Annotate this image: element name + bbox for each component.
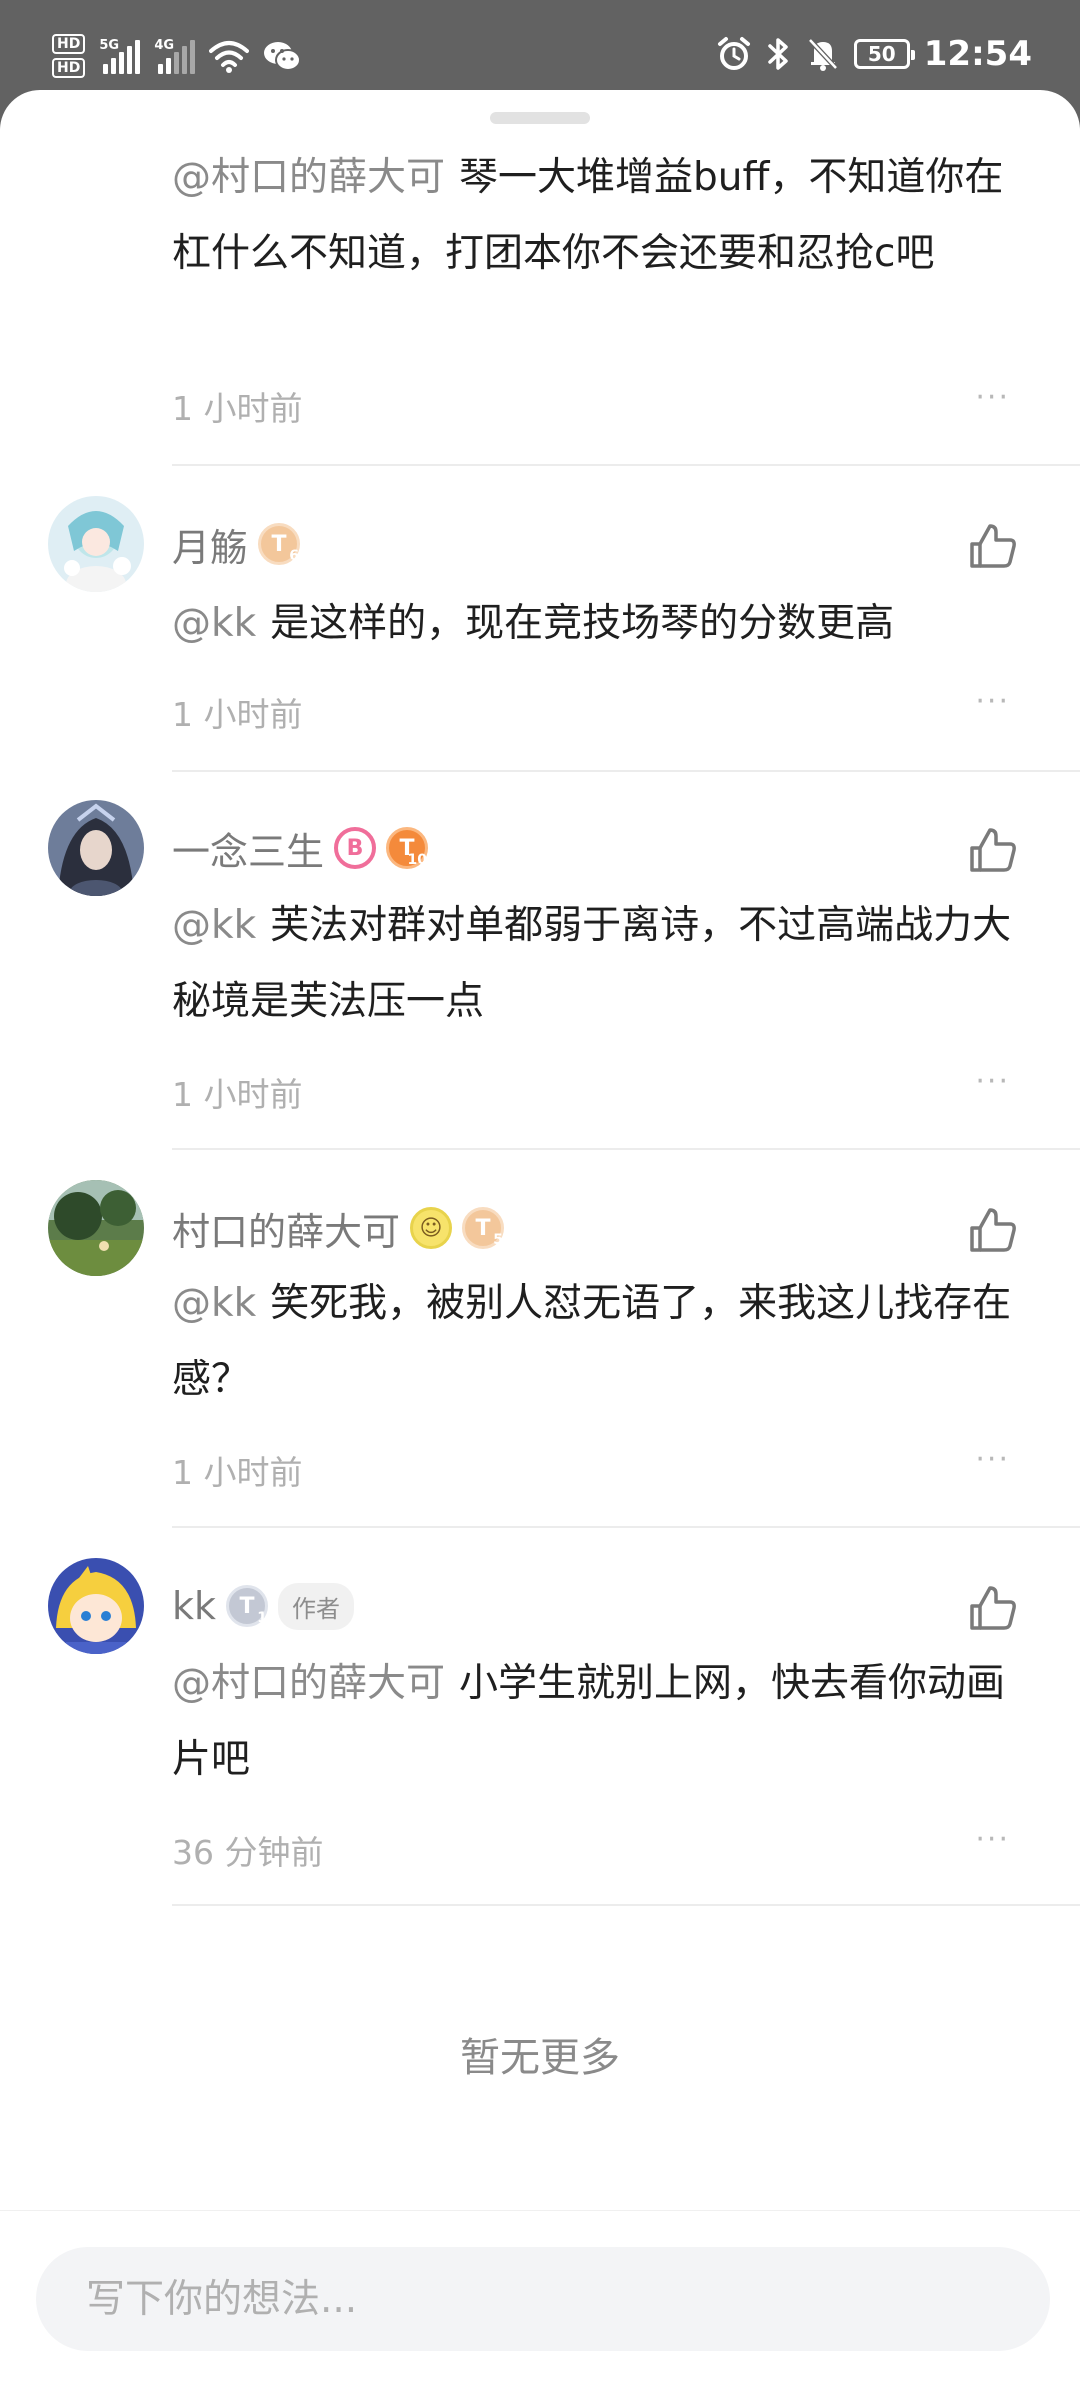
thumbs-up-icon[interactable] [966,1204,1018,1256]
hd-badge-top: HD [52,34,86,54]
comment-time: 1 小时前 [172,1453,303,1492]
no-more-label: 暂无更多 [460,2035,620,2081]
more-dots-icon[interactable]: ··· [975,380,1010,415]
comment-time: 1 小时前 [172,1075,303,1114]
signal-5g-icon: 5G [99,38,141,74]
avatar[interactable] [48,496,144,592]
net-label-5g: 5G [99,38,120,53]
bilibili-badge: B [334,827,377,869]
hd-badge-bottom: HD [52,58,86,78]
more-dots-icon[interactable]: ··· [975,684,1010,719]
bell-off-icon [807,38,838,71]
thumbs-up-icon[interactable] [966,1582,1018,1634]
mention-link[interactable]: @kk [172,903,256,948]
user-row: 村口的薛大可 ☺ T5 [172,1198,505,1258]
battery-level: 50 [867,42,896,66]
drag-handle[interactable] [490,112,590,124]
more-dots-icon[interactable]: ··· [975,1442,1010,1477]
user-row: kk T1 作者 [172,1576,355,1636]
signal-4g-icon: 4G [154,38,196,74]
username[interactable]: 村口的薛大可 [172,1201,400,1256]
anime-avatar-badge-icon: ☺ [410,1207,453,1249]
comment-text: @kk 是这样的，现在竞技场琴的分数更高 [172,586,1032,662]
level-badge: T6 [258,523,301,565]
comment-text: @村口的薛大可 小学生就别上网，快去看你动画片吧 [172,1646,1032,1798]
comment-text: @kk 芙法对群对单都弱于离诗，不过高端战力大秘境是芙法压一点 [172,888,1032,1040]
username[interactable]: kk [172,1584,216,1628]
comment-body: 是这样的，现在竞技场琴的分数更高 [270,601,895,646]
mention-link[interactable]: @村口的薛大可 [172,155,445,200]
avatar[interactable] [48,800,144,896]
user-row: 月觞 T6 [172,514,301,574]
avatar[interactable] [48,1180,144,1276]
net-label-4g: 4G [154,38,175,53]
more-dots-icon[interactable]: ··· [975,1064,1010,1099]
level-badge: T1 [226,1585,269,1627]
comment-time: 1 小时前 [172,695,303,734]
battery-indicator: 50 [853,39,915,69]
more-dots-icon[interactable]: ··· [975,1822,1010,1857]
username[interactable]: 一念三生 [172,821,324,876]
comment-time: 1 小时前 [172,389,303,428]
status-left: HD HD 5G 4G [52,34,302,78]
comments-sheet: @村口的薛大可 琴一大堆增益buff，不知道你在杠什么不知道，打团本你不会还要和忍… [0,90,1080,2388]
comment-time: 36 分钟前 [172,1833,324,1872]
level-badge: T 10 [386,827,429,869]
level-badge: T5 [462,1207,505,1249]
wifi-icon [209,41,250,73]
comment-body: 芙法对群对单都弱于离诗，不过高端战力大秘境是芙法压一点 [172,903,1012,1024]
comment-input[interactable] [36,2247,1050,2351]
divider [172,1148,1080,1150]
mention-link[interactable]: @kk [172,601,256,646]
status-bar: HD HD 5G 4G 50 12:54 [0,0,1080,96]
mention-link[interactable]: @村口的薛大可 [172,1661,445,1706]
status-right: 50 12:54 [716,34,1032,74]
hd-indicators: HD HD [52,34,86,78]
divider [172,770,1080,772]
clock: 12:54 [923,34,1032,74]
avatar[interactable] [48,1558,144,1654]
author-tag: 作者 [278,1582,355,1630]
mention-link[interactable]: @kk [172,1281,256,1326]
user-row: 一念三生 B T 10 [172,818,429,878]
thumbs-up-icon[interactable] [966,520,1018,572]
divider [172,464,1080,466]
divider [172,1904,1080,1906]
comment-body: 笑死我，被别人怼无语了，来我这儿找存在感？ [172,1281,1012,1402]
wechat-icon [264,42,302,71]
bluetooth-icon [768,38,788,70]
alarm-icon [717,37,750,70]
comment-input-bar [0,2210,1080,2388]
username[interactable]: 月觞 [172,517,248,572]
comment-text: @村口的薛大可 琴一大堆增益buff，不知道你在杠什么不知道，打团本你不会还要和忍… [172,140,1032,292]
divider [172,1526,1080,1528]
thumbs-up-icon[interactable] [966,824,1018,876]
comment-text: @kk 笑死我，被别人怼无语了，来我这儿找存在感？ [172,1266,1032,1418]
